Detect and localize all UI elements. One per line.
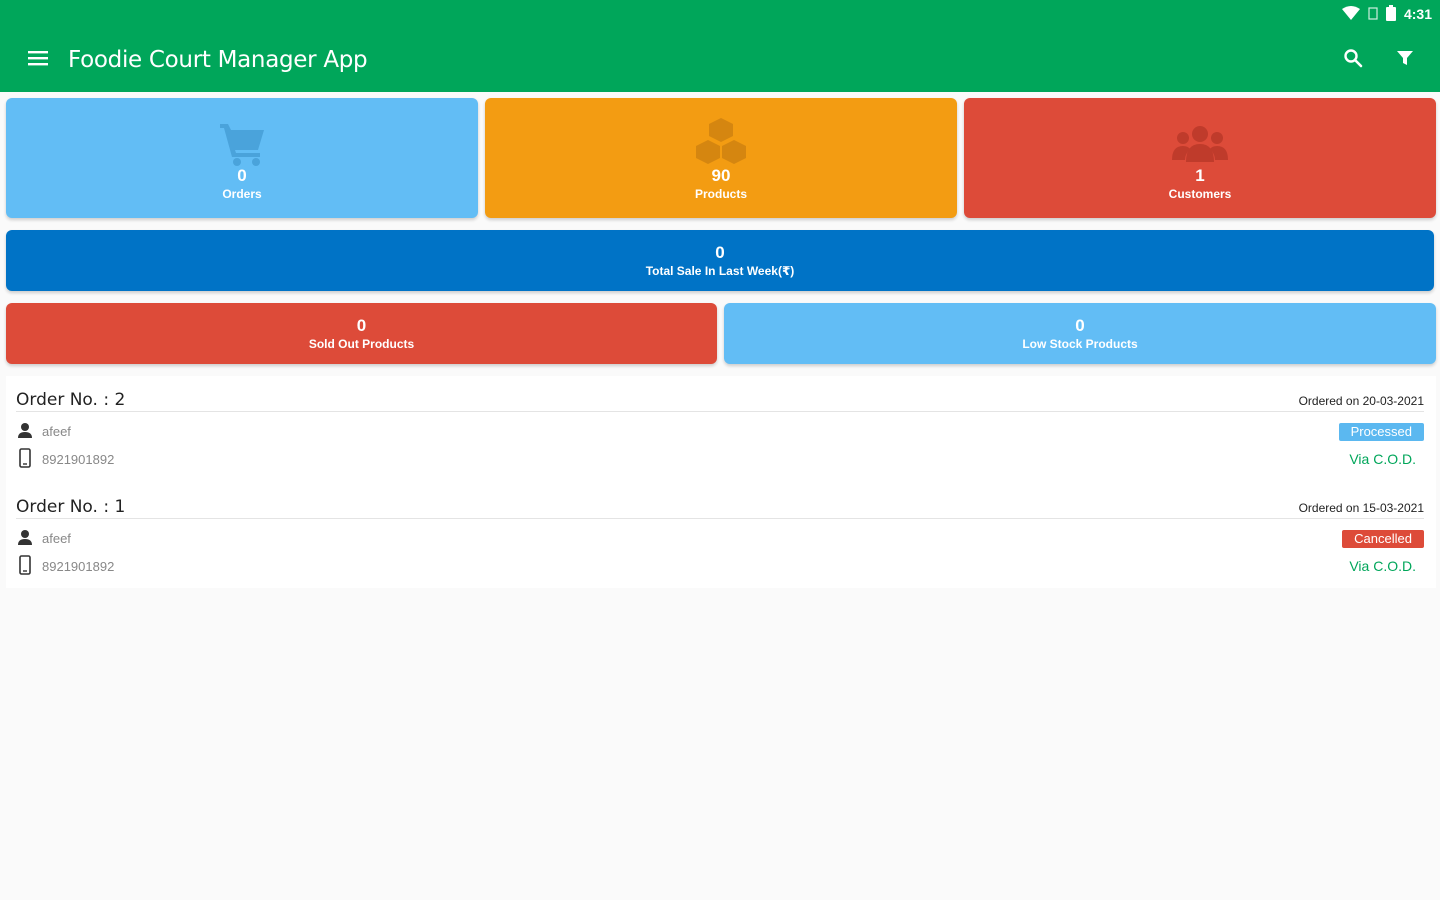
status-badge: Processed: [1338, 423, 1424, 441]
status-time: 4:31: [1403, 6, 1432, 22]
customer-name: afeef: [42, 531, 71, 546]
menu-icon: [27, 49, 49, 72]
customer-phone: 8921901892: [42, 559, 115, 574]
customer-name: afeef: [42, 424, 71, 439]
order-header: Order No. : 2 Ordered on 20-03-2021: [16, 380, 1424, 412]
customers-tile[interactable]: 1 Customers: [964, 98, 1436, 218]
low-stock-tile[interactable]: 0 Low Stock Products: [724, 303, 1436, 364]
orders-tile[interactable]: 0 Orders: [6, 98, 478, 218]
products-label: Products: [694, 187, 747, 201]
search-button[interactable]: [1334, 41, 1372, 79]
customer-phone: 8921901892: [42, 452, 115, 467]
products-count: 90: [711, 166, 731, 185]
phone-row: 8921901892: [16, 448, 114, 471]
orders-label: Orders: [222, 187, 262, 201]
users-icon: [964, 112, 1436, 166]
payment-method: Via C.O.D.: [1349, 451, 1416, 467]
total-sale-tile[interactable]: 0 Total Sale In Last Week(₹): [6, 230, 1434, 291]
cart-icon: [6, 112, 478, 166]
sold-out-count: 0: [356, 316, 367, 335]
phone-icon: [16, 448, 34, 471]
order-date: Ordered on 20-03-2021: [1298, 394, 1424, 408]
customers-count: 1: [1195, 166, 1205, 185]
low-stock-label: Low Stock Products: [1022, 337, 1138, 351]
order-date: Ordered on 15-03-2021: [1298, 501, 1424, 515]
orders-list: Order No. : 2 Ordered on 20-03-2021 afee…: [6, 376, 1436, 588]
order-card[interactable]: Order No. : 1 Ordered on 15-03-2021 afee…: [6, 487, 1436, 587]
order-number: Order No. : 1: [16, 497, 126, 517]
app-bar: 4:31 Foodie Court Manager App: [0, 0, 1440, 92]
filter-button[interactable]: [1386, 41, 1424, 79]
user-icon: [16, 422, 34, 441]
signal-icon: [1368, 6, 1378, 23]
payment-method: Via C.O.D.: [1349, 558, 1416, 574]
low-stock-count: 0: [1075, 316, 1085, 335]
total-sale-label: Total Sale In Last Week(₹): [645, 264, 795, 278]
sold-out-tile[interactable]: 0 Sold Out Products: [6, 303, 717, 364]
status-bar: 4:31: [1341, 4, 1432, 24]
order-number: Order No. : 2: [16, 390, 126, 410]
phone-icon: [16, 555, 34, 578]
battery-icon: [1385, 4, 1396, 24]
customer-row: afeef: [16, 529, 71, 548]
menu-button[interactable]: [18, 40, 58, 80]
phone-row: 8921901892: [16, 555, 114, 578]
search-icon: [1343, 48, 1363, 73]
toolbar: Foodie Court Manager App: [0, 36, 1440, 84]
customers-label: Customers: [1168, 187, 1232, 201]
filter-icon: [1396, 49, 1414, 72]
sold-out-label: Sold Out Products: [308, 337, 415, 351]
customer-row: afeef: [16, 422, 71, 441]
total-sale-value: 0: [715, 243, 725, 262]
wifi-icon: [1341, 5, 1360, 23]
products-tile[interactable]: 90 Products: [485, 98, 957, 218]
orders-count: 0: [237, 166, 247, 185]
order-header: Order No. : 1 Ordered on 15-03-2021: [16, 487, 1424, 519]
cubes-icon: [485, 112, 957, 166]
order-card[interactable]: Order No. : 2 Ordered on 20-03-2021 afee…: [6, 380, 1436, 480]
app-title: Foodie Court Manager App: [68, 47, 368, 73]
user-icon: [16, 529, 34, 548]
status-badge: Cancelled: [1342, 530, 1424, 548]
